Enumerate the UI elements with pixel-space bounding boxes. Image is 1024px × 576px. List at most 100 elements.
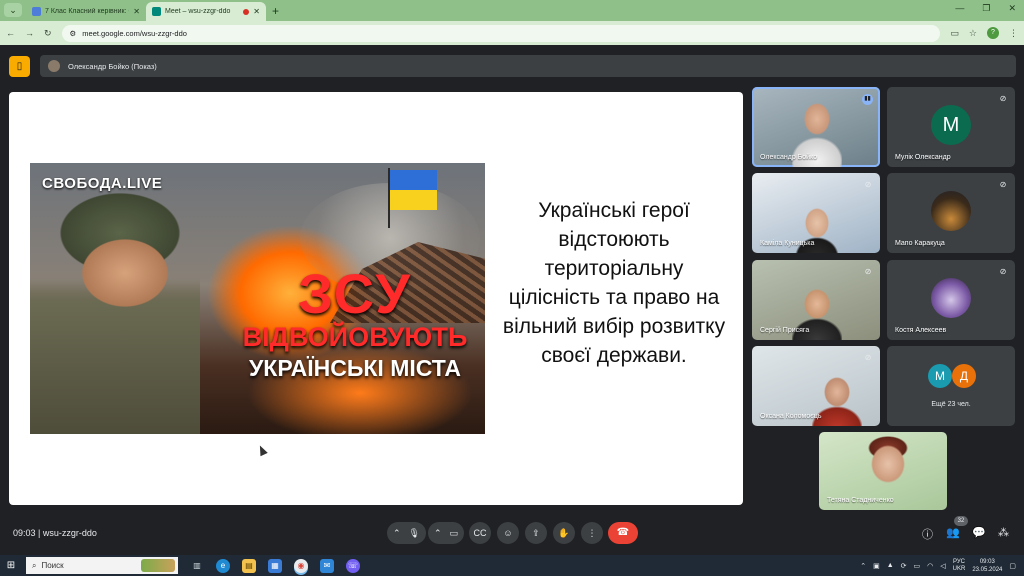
participant-tile[interactable]: ⊘ Оксана Коломоєць (752, 346, 880, 426)
tab-title: 7 Клас Класний керівник: Ст... (45, 8, 129, 15)
headline-line-2: ВІДВОЙОВУЮТЬ (242, 322, 468, 352)
edge-icon[interactable]: e (216, 558, 230, 573)
start-windows-icon[interactable]: ⊞ (0, 560, 22, 571)
participant-avatar: Д (952, 364, 976, 388)
tab-class-teacher[interactable]: 7 Клас Класний керівник: Ст... ✕ (26, 2, 146, 21)
store-icon[interactable]: ▦ (268, 558, 282, 573)
close-window-icon[interactable]: ✕ (1008, 3, 1016, 14)
search-highlight-image (141, 559, 175, 572)
image-brand-label: СВОБОДА.LIVE (42, 175, 163, 192)
bookmark-star-icon[interactable]: ☆ (969, 28, 977, 39)
self-view-tile[interactable]: Тетяна Стадниченко (819, 432, 947, 510)
lang-bottom: UKR (952, 565, 966, 572)
meeting-code: wsu-zzgr-ddo (42, 528, 97, 538)
new-tab-button[interactable]: + (272, 4, 279, 18)
viber-icon[interactable]: ☏ (346, 558, 360, 573)
input-language[interactable]: РУС UKR (953, 559, 966, 573)
participant-tile[interactable]: М ⊘ Мулік Олександр (887, 87, 1015, 167)
chrome-icon[interactable]: ◉ (294, 558, 308, 573)
meet-top-bar: ▯ Олександр Бойко (Показ) (0, 45, 1024, 90)
url-text: meet.google.com/wsu-zzgr-ddo (82, 28, 187, 38)
more-participants-tile[interactable]: М Д Ещё 23 чел. (887, 346, 1015, 426)
ukraine-flag-icon (390, 170, 437, 210)
participant-count-badge: 32 (954, 516, 968, 526)
back-icon[interactable]: ← (6, 28, 15, 38)
mic-off-icon: ⊘ (999, 180, 1007, 189)
mic-off-icon: ⊘ (999, 94, 1007, 103)
headline-line-1: ЗСУ (297, 262, 413, 325)
leave-call-button[interactable]: ☎ (608, 522, 638, 544)
reload-icon[interactable]: ↻ (44, 28, 52, 39)
browser-toolbar: ← → ↻ ⚙ meet.google.com/wsu-zzgr-ddo ▭ ☆… (0, 21, 1024, 45)
tab-meet[interactable]: Meet – wsu-zzgr-ddo ✕ (146, 2, 266, 21)
participant-name: Мулік Олександр (895, 154, 951, 161)
presentation-icon: ▯ (9, 56, 30, 77)
slide-news-image: СВОБОДА.LIVE ЗСУ ВІДВОЙОВУЮТЬ УКРАЇНСЬКІ… (30, 163, 485, 434)
task-view-icon[interactable]: ▥ (190, 559, 204, 573)
people-icon[interactable]: 👥 (946, 526, 960, 539)
mic-off-icon: ⊘ (864, 180, 872, 189)
tray-network-icon[interactable]: ▲ (887, 562, 894, 569)
camera-icon[interactable]: ▭ (450, 528, 459, 539)
participant-name: Мапо Каракуца (895, 240, 945, 247)
tab-close-icon[interactable]: ✕ (253, 7, 260, 16)
mic-control[interactable]: ⌃ 🎙 (387, 522, 426, 544)
activities-icon[interactable]: ⁂ (998, 526, 1009, 539)
tray-app-icon[interactable]: ▣ (873, 562, 880, 570)
meet-favicon-icon (152, 7, 161, 16)
site-info-icon[interactable]: ⚙ (70, 29, 77, 38)
clock-date: 23.05.2024 (972, 566, 1003, 573)
classroom-favicon-icon (32, 7, 41, 16)
tab-search-button[interactable]: ⌄ (4, 3, 22, 17)
participant-tile[interactable]: ⊘ Мапо Каракуца (887, 173, 1015, 253)
minimize-icon[interactable]: — (955, 3, 964, 14)
present-button[interactable]: ⇪ (525, 522, 547, 544)
raise-hand-button[interactable]: ✋ (553, 522, 575, 544)
self-video (863, 436, 913, 506)
forward-icon[interactable]: → (25, 28, 34, 38)
profile-avatar[interactable]: ? (987, 27, 999, 39)
presenter-banner[interactable]: Олександр Бойко (Показ) (40, 55, 1016, 77)
tab-close-icon[interactable]: ✕ (133, 7, 140, 16)
camera-in-use-icon[interactable]: ▭ (950, 28, 959, 39)
image-headline: ЗСУ ВІДВОЙОВУЮТЬ УКРАЇНСЬКІ МІСТА (220, 262, 485, 383)
search-placeholder: Поиск (41, 561, 64, 570)
participant-name: Костя Алексеев (895, 327, 947, 334)
mic-off-icon: ⊘ (864, 353, 872, 362)
participant-name: Тетяна Стадниченко (827, 497, 894, 504)
captions-button[interactable]: CC (469, 522, 491, 544)
system-clock[interactable]: 09:03 23.05.2024 (972, 558, 1002, 574)
more-participants-label: Ещё 23 чел. (931, 401, 971, 408)
tray-sync-icon[interactable]: ⟳ (901, 562, 907, 570)
browser-menu-icon[interactable]: ⋮ (1009, 28, 1018, 39)
address-bar[interactable]: ⚙ meet.google.com/wsu-zzgr-ddo (61, 24, 941, 42)
file-explorer-icon[interactable]: ▤ (242, 558, 256, 573)
speaking-indicator-icon: ▮▮ (862, 94, 873, 105)
notifications-icon[interactable]: ▢ (1009, 562, 1016, 570)
mail-icon[interactable]: ✉ (320, 558, 334, 573)
tray-battery-icon[interactable]: ▭ (914, 562, 921, 570)
search-icon: ⌕ (32, 560, 37, 570)
taskbar-search[interactable]: ⌕ Поиск (26, 557, 178, 574)
participant-tile[interactable]: ▮▮ Олександр Бойко (752, 87, 880, 167)
emoji-button[interactable]: ☺ (497, 522, 519, 544)
camera-control[interactable]: ⌃ ▭ (428, 522, 465, 544)
chevron-up-icon[interactable]: ⌃ (434, 528, 442, 539)
chat-icon[interactable]: 💬 (972, 526, 986, 539)
participant-tile[interactable]: ⊘ Сергій Присяга (752, 260, 880, 340)
more-options-button[interactable]: ⋮ (581, 522, 603, 544)
microphone-icon[interactable]: 🎙 (409, 528, 420, 539)
participant-avatar: М (928, 364, 952, 388)
soldier-figure (30, 193, 200, 434)
tab-title: Meet – wsu-zzgr-ddo (165, 8, 231, 15)
participant-tile[interactable]: ⊘ Костя Алексеев (887, 260, 1015, 340)
tray-volume-icon[interactable]: ◁ (940, 562, 945, 570)
participant-avatar: М (931, 105, 971, 145)
participant-tile[interactable]: ⊘ Каміла Куницька (752, 173, 880, 253)
headline-line-3: УКРАЇНСЬКІ МІСТА (249, 355, 461, 381)
tray-wifi-icon[interactable]: ◠ (927, 562, 933, 570)
tray-expand-icon[interactable]: ⌃ (860, 562, 866, 570)
chevron-up-icon[interactable]: ⌃ (393, 528, 401, 539)
meeting-info-icon[interactable]: ⓘ (922, 526, 933, 542)
restore-icon[interactable]: ❐ (982, 3, 990, 14)
